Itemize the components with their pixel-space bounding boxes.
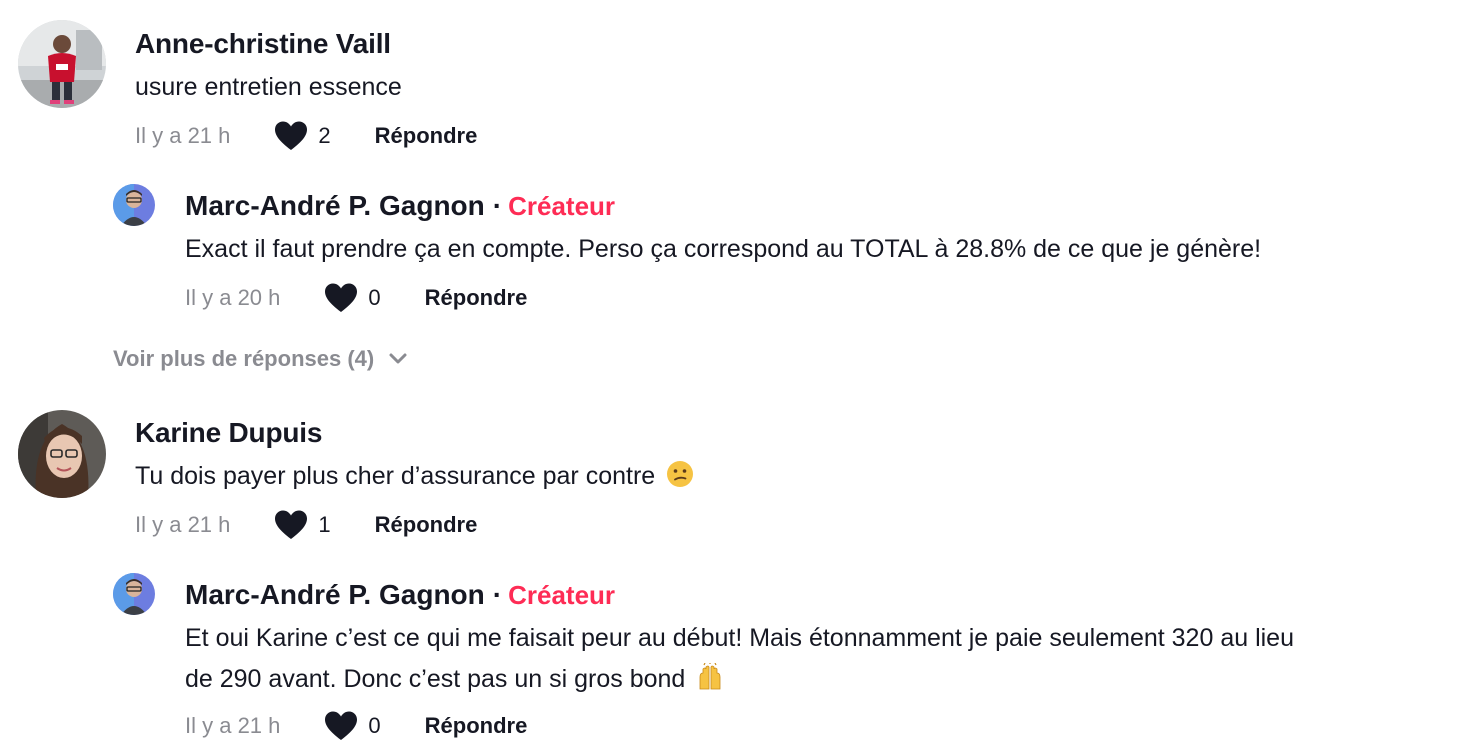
creator-badge: Créateur: [508, 580, 616, 610]
separator-dot: ·: [492, 190, 503, 221]
like-count: 1: [318, 512, 331, 537]
avatar[interactable]: [18, 20, 106, 108]
avatar[interactable]: [18, 410, 106, 498]
heart-icon: [275, 510, 308, 539]
avatar[interactable]: [113, 184, 155, 226]
reply-text-line-1: Et oui Karine c’est ce qui me faisait pe…: [185, 624, 1294, 652]
like-button[interactable]: 0: [324, 282, 381, 314]
like-button[interactable]: 2: [274, 120, 331, 152]
raising-hands-icon: [699, 663, 721, 690]
confused-face-icon: [667, 461, 694, 487]
reply-button[interactable]: Répondre: [425, 285, 528, 311]
view-more-replies-label: Voir plus de réponses (4): [113, 346, 375, 371]
reply-button[interactable]: Répondre: [425, 713, 528, 739]
reply-time: Il y a 21 h: [185, 713, 281, 738]
comment-author[interactable]: Karine Dupuis: [135, 417, 322, 449]
creator-badge: Créateur: [508, 191, 616, 221]
reply-text: Exact il faut prendre ça en compte. Pers…: [185, 235, 1262, 263]
view-more-replies-button[interactable]: Voir plus de réponses (4): [113, 346, 408, 372]
avatar-photo-icon: [18, 410, 106, 498]
reply-author-line: Marc-André P. Gagnon · Créateur: [185, 190, 615, 222]
reply-text-content: de 290 avant. Donc c’est pas un si gros …: [185, 665, 686, 693]
like-count: 0: [368, 713, 381, 738]
like-count: 0: [368, 285, 381, 310]
separator-dot: ·: [492, 579, 503, 610]
heart-icon: [325, 283, 358, 312]
avatar[interactable]: [113, 573, 155, 615]
reply-button[interactable]: Répondre: [375, 512, 478, 538]
like-button[interactable]: 1: [274, 509, 331, 541]
comment-author[interactable]: Anne-christine Vaill: [135, 28, 391, 60]
avatar-photo-icon: [113, 184, 155, 226]
reply-button[interactable]: Répondre: [375, 123, 478, 149]
comment-meta: Il y a 21 h 1 Répondre: [135, 509, 477, 541]
reply-text-line-2: de 290 avant. Donc c’est pas un si gros …: [185, 659, 724, 700]
like-button[interactable]: 0: [324, 710, 381, 742]
reply-meta: Il y a 21 h 0 Répondre: [185, 710, 527, 742]
comment-text-content: Tu dois payer plus cher d’assurance par …: [135, 462, 656, 490]
avatar-photo-icon: [18, 20, 106, 108]
reply-author[interactable]: Marc-André P. Gagnon: [185, 579, 485, 610]
reply-author-line: Marc-André P. Gagnon · Créateur: [185, 579, 615, 611]
like-count: 2: [318, 123, 331, 148]
comment-meta: Il y a 21 h 2 Répondre: [135, 120, 477, 152]
heart-icon: [325, 711, 358, 740]
comment-text: usure entretien essence: [135, 73, 402, 101]
avatar-photo-icon: [113, 573, 155, 615]
comment-time: Il y a 21 h: [135, 512, 231, 537]
comment-time: Il y a 21 h: [135, 123, 231, 148]
reply-author[interactable]: Marc-André P. Gagnon: [185, 190, 485, 221]
chevron-down-icon: [389, 353, 407, 364]
reply-meta: Il y a 20 h 0 Répondre: [185, 282, 527, 314]
heart-icon: [275, 121, 308, 150]
reply-time: Il y a 20 h: [185, 285, 281, 310]
comment-text: Tu dois payer plus cher d’assurance par …: [135, 456, 694, 497]
